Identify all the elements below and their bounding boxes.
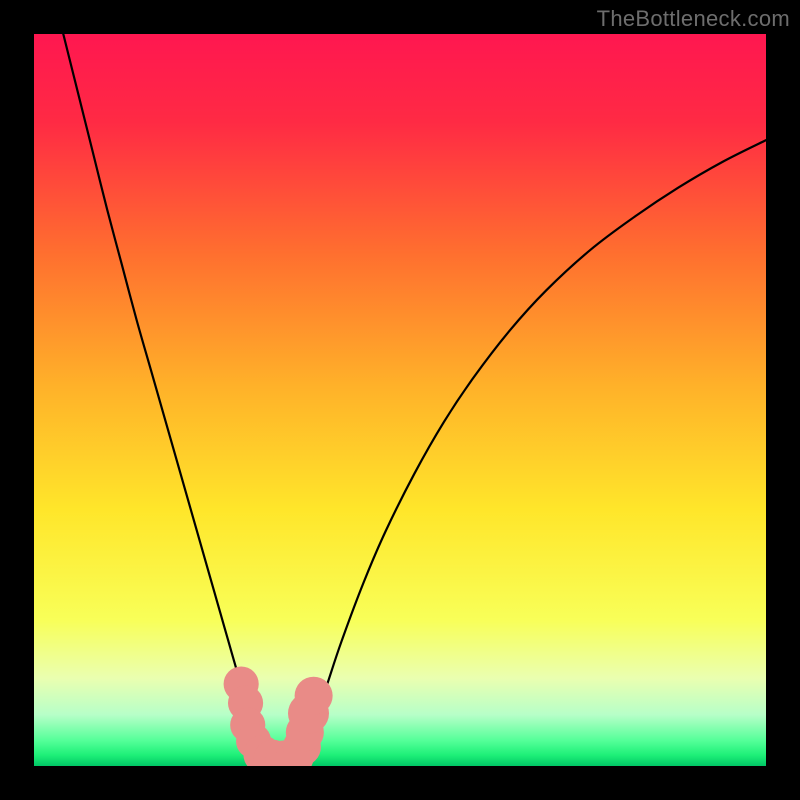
chart-frame: TheBottleneck.com — [0, 0, 800, 800]
chart-svg — [34, 34, 766, 766]
watermark-text: TheBottleneck.com — [597, 6, 790, 32]
data-marker — [295, 677, 333, 715]
chart-plot-area — [34, 34, 766, 766]
